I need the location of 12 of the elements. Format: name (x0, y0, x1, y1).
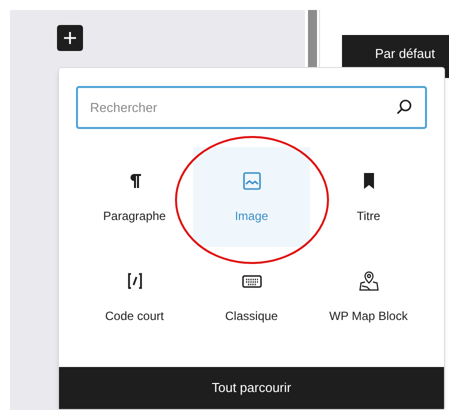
block-label: Image (234, 208, 268, 225)
block-label: Paragraphe (103, 208, 166, 225)
search-field[interactable]: Rechercher (76, 86, 427, 129)
block-label: Titre (356, 208, 380, 225)
search-icon (395, 98, 413, 116)
block-label: Code court (105, 308, 164, 325)
block-label: Classique (225, 308, 278, 325)
map-pin-icon (356, 269, 380, 293)
block-label: WP Map Block (329, 308, 408, 325)
add-block-button[interactable] (57, 25, 83, 51)
plus-icon (63, 31, 77, 45)
browse-all-button[interactable]: Tout parcourir (59, 367, 444, 409)
